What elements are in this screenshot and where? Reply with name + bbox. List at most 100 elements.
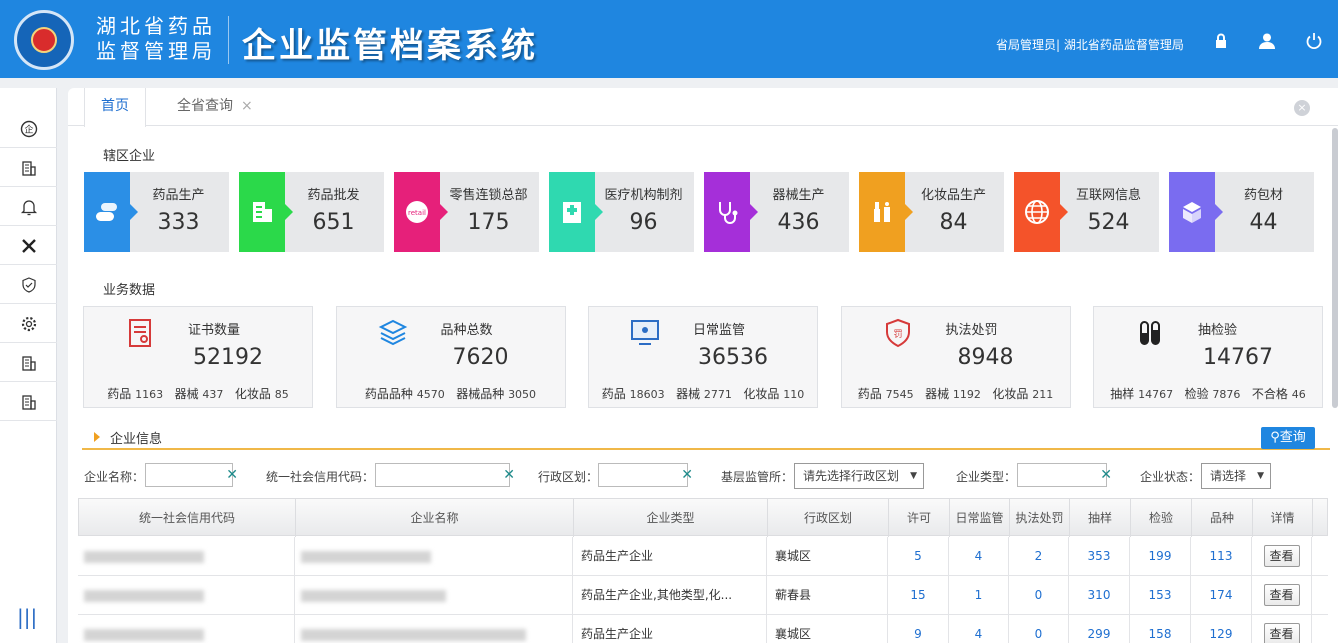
- clear-icon[interactable]: ✕: [1100, 467, 1112, 483]
- bell-icon: [20, 199, 37, 215]
- enterprise-card-1[interactable]: 药品批发 651: [239, 172, 384, 252]
- enterprise-card-5[interactable]: 化妆品生产 84: [859, 172, 1004, 252]
- view-button[interactable]: 查看: [1263, 545, 1300, 567]
- jurisdiction-title: 辖区企业: [103, 149, 156, 164]
- clear-icon[interactable]: ✕: [681, 467, 693, 483]
- company-info-title: 企业信息: [110, 432, 163, 447]
- table-cell-license[interactable]: 9: [888, 615, 949, 643]
- business-card-3[interactable]: 罚 执法处罚 8948 药品 7545 器械 1192 化妆品 211: [840, 306, 1071, 408]
- sidebar-item-building-3[interactable]: [0, 383, 57, 421]
- business-sub-label: 药品: [857, 387, 882, 401]
- enterprise-card-6[interactable]: 互联网信息 524: [1014, 172, 1159, 252]
- sidebar-item-notifications[interactable]: [0, 188, 57, 226]
- table-cell-license[interactable]: 5: [888, 537, 949, 576]
- user-info: 省局管理员| 湖北省药品监督管理局: [996, 38, 1184, 52]
- table-cell-daily[interactable]: 4: [949, 537, 1009, 576]
- region-input[interactable]: ✕: [598, 463, 693, 487]
- business-card-1[interactable]: 品种总数 7620 药品品种 4570 器械品种 3050: [335, 306, 566, 408]
- building-icon: [21, 394, 36, 410]
- table-cell-penalty[interactable]: 0: [1009, 576, 1069, 615]
- sidebar-item-enterprise[interactable]: 企: [0, 110, 57, 148]
- column-header: 企业类型: [574, 499, 768, 537]
- table-cell-sample[interactable]: 299: [1069, 615, 1130, 643]
- business-sub-value: 46: [1291, 388, 1306, 401]
- hospital-icon: [549, 172, 603, 252]
- lock-icon[interactable]: [1212, 32, 1230, 50]
- close-all-tabs-icon[interactable]: ×: [1294, 100, 1310, 116]
- table-cell-inspect[interactable]: 199: [1130, 537, 1191, 576]
- power-icon[interactable]: [1305, 32, 1323, 50]
- clear-icon[interactable]: ✕: [503, 467, 515, 483]
- enterprise-card-2[interactable]: retail 零售连锁总部 175: [394, 172, 539, 252]
- table-cell-variety[interactable]: 174: [1191, 576, 1252, 615]
- business-title: 业务数据: [103, 283, 156, 298]
- table-cell-inspect[interactable]: 158: [1130, 615, 1191, 643]
- business-sub-label: 器械: [174, 387, 199, 401]
- column-header: 品种: [1192, 499, 1253, 537]
- sidebar-item-building-2[interactable]: [0, 344, 57, 382]
- sidebar-item-settings[interactable]: [0, 305, 57, 343]
- table-cell-daily[interactable]: 1: [949, 576, 1009, 615]
- tab-home[interactable]: 首页: [84, 88, 146, 127]
- scrollbar[interactable]: [1332, 128, 1338, 408]
- company-status-select[interactable]: 请选择 ▼: [1201, 463, 1271, 489]
- company-name-cell-redacted: [295, 537, 573, 576]
- business-sub-value: 14767: [1138, 388, 1174, 401]
- table-cell-sample[interactable]: 353: [1069, 537, 1130, 576]
- business-card-value: 14767: [1203, 345, 1273, 370]
- table-cell-variety[interactable]: 113: [1191, 537, 1252, 576]
- table-row[interactable]: 药品生产企业,其他类型,化... 蕲春县 15 1 0 310 153 174 查看: [78, 576, 1328, 615]
- company-name-input[interactable]: ✕: [145, 463, 238, 487]
- business-card-0[interactable]: 证书数量 52192 药品 1163 器械 437 化妆品 85: [83, 306, 313, 408]
- sidebar-item-tools[interactable]: [0, 227, 57, 265]
- business-card-breakdown: 药品品种 4570 器械品种 3050: [337, 385, 565, 402]
- query-button[interactable]: ⚲查询: [1261, 427, 1315, 449]
- business-card-2[interactable]: 日常监管 36536 药品 18603 器械 2771 化妆品 110: [588, 306, 818, 408]
- business-sub-value: 1192: [952, 388, 981, 401]
- sidebar-item-building[interactable]: [0, 149, 57, 187]
- monitor-icon: [629, 317, 661, 349]
- company-name-cell-redacted: [295, 615, 573, 643]
- business-card-4[interactable]: 抽检验 14767 抽样 14767 检验 7876 不合格 46: [1093, 306, 1323, 408]
- user-icon[interactable]: [1258, 32, 1276, 50]
- table-cell-type: 药品生产企业: [573, 615, 767, 643]
- business-sub-label: 不合格: [1251, 387, 1288, 401]
- company-type-input[interactable]: ✕: [1017, 463, 1112, 487]
- grassroots-select[interactable]: 请先选择行政区划 ▼: [794, 463, 924, 489]
- collapse-menu-icon[interactable]: |||: [17, 605, 37, 629]
- view-button[interactable]: 查看: [1263, 623, 1300, 643]
- table-cell-license[interactable]: 15: [888, 576, 949, 615]
- table-row[interactable]: 药品生产企业 襄城区 5 4 2 353 199 113 查看: [78, 537, 1328, 576]
- app-header: 湖北省药品 监督管理局 企业监管档案系统 省局管理员| 湖北省药品监督管理局: [0, 0, 1338, 78]
- enterprise-card-4[interactable]: 器械生产 436: [704, 172, 849, 252]
- detail-cell: 查看: [1252, 537, 1312, 576]
- table-cell-penalty[interactable]: 0: [1009, 615, 1069, 643]
- system-title: 企业监管档案系统: [242, 26, 538, 66]
- business-sub-value: 7545: [885, 388, 914, 401]
- query-button-label: 查询: [1279, 430, 1306, 445]
- tab-province-query[interactable]: 全省查询 ×: [161, 88, 269, 126]
- globe-icon: [1014, 172, 1068, 252]
- table-cell-daily[interactable]: 4: [949, 615, 1009, 643]
- clear-icon[interactable]: ✕: [226, 467, 238, 483]
- building-icon: [21, 160, 36, 176]
- tab-close-icon[interactable]: ×: [241, 98, 253, 114]
- main-panel: 首页 全省查询 × × 辖区企业 药品生产 333 药品批发 651 retail 零售连锁…: [68, 88, 1338, 643]
- table-row[interactable]: 药品生产企业 襄城区 9 4 0 299 158 129 查看: [78, 615, 1328, 643]
- table-cell-sample[interactable]: 310: [1069, 576, 1130, 615]
- business-sub-label: 药品: [107, 387, 132, 401]
- org-name: 湖北省药品 监督管理局: [96, 14, 216, 64]
- table-cell-variety[interactable]: 129: [1191, 615, 1252, 643]
- column-header: 执法处罚: [1010, 499, 1070, 537]
- enterprise-card-3[interactable]: 医疗机构制剂 96: [549, 172, 694, 252]
- sidebar-item-security[interactable]: [0, 266, 57, 304]
- building-icon: [239, 172, 293, 252]
- table-cell-inspect[interactable]: 153: [1130, 576, 1191, 615]
- view-button[interactable]: 查看: [1263, 584, 1300, 606]
- enterprise-card-7[interactable]: 药包材 44: [1169, 172, 1314, 252]
- business-sub-value: 437: [202, 388, 224, 401]
- table-cell-penalty[interactable]: 2: [1009, 537, 1069, 576]
- enterprise-card-0[interactable]: 药品生产 333: [84, 172, 229, 252]
- grassroots-label: 基层监管所：: [721, 470, 794, 484]
- credit-code-input[interactable]: ✕: [375, 463, 515, 487]
